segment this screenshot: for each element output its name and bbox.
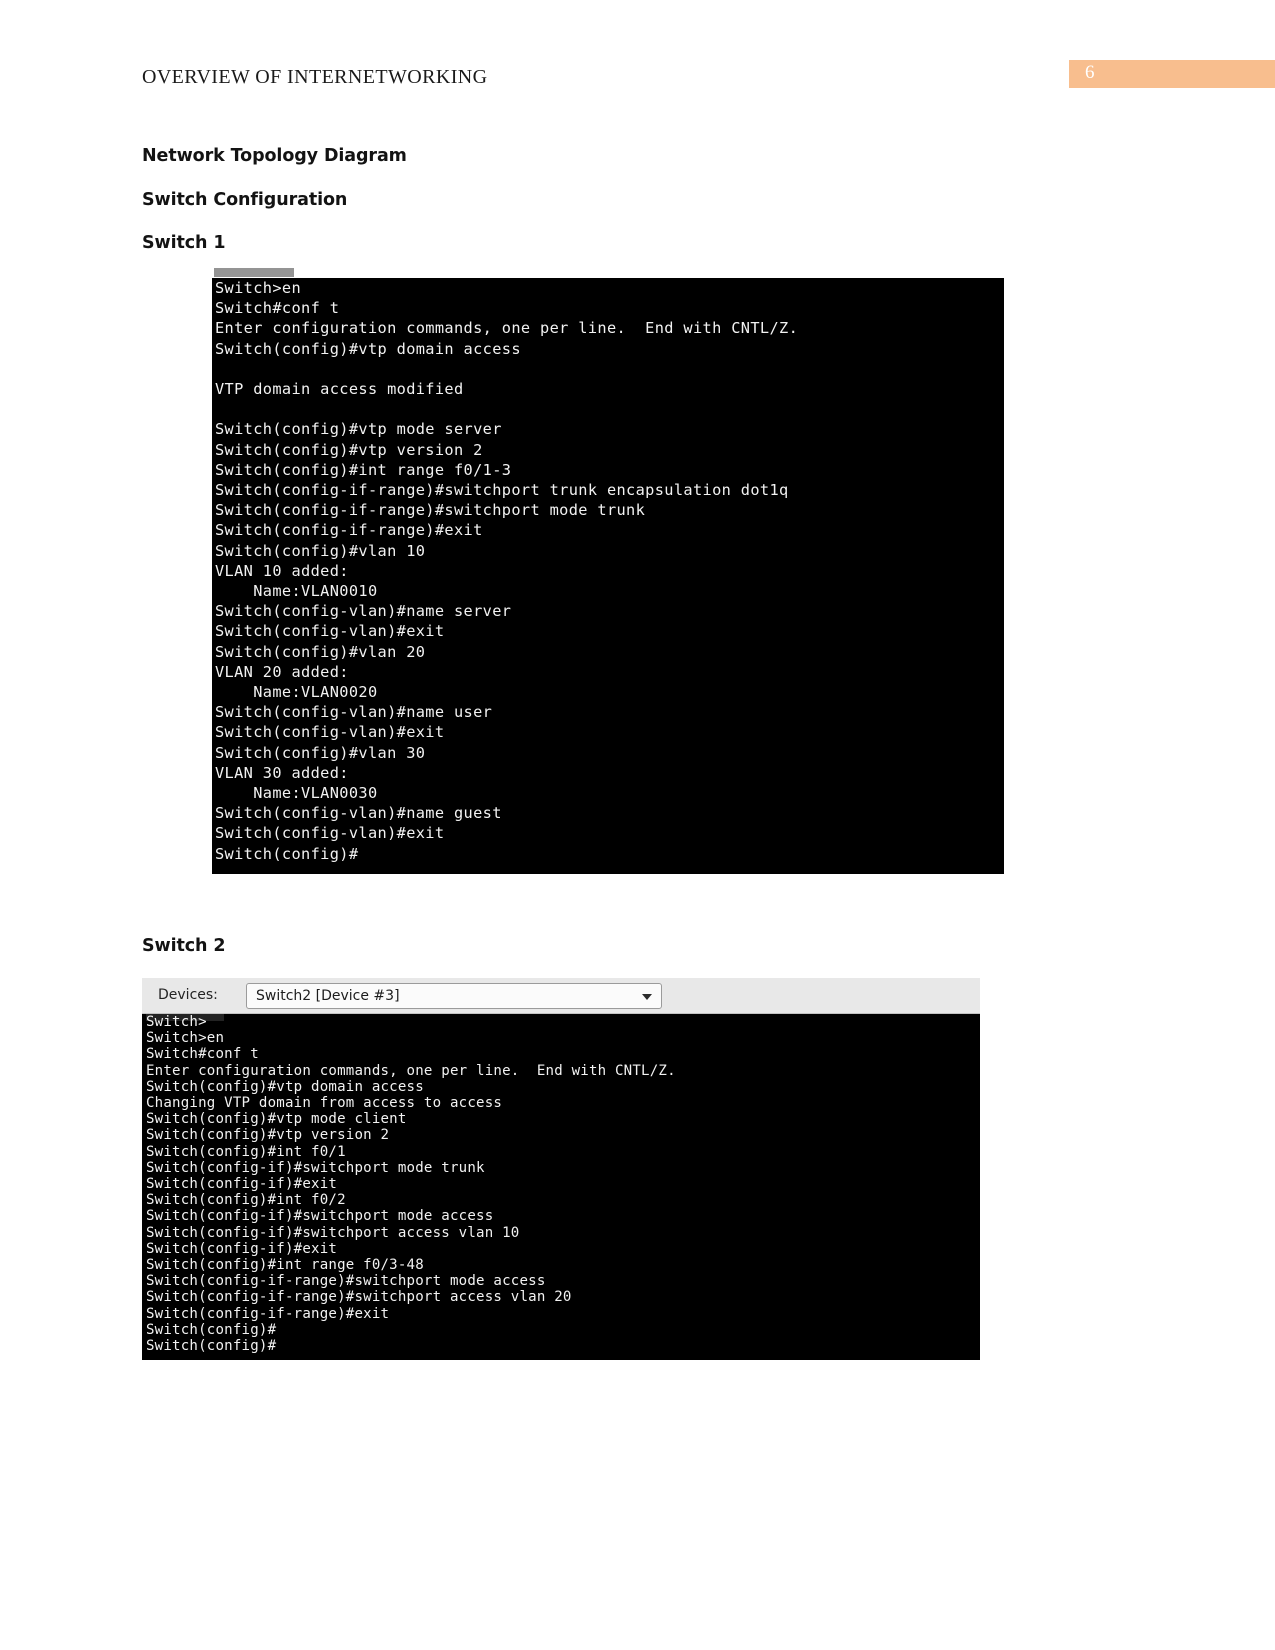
terminal-line: Switch(config)#vlan 10	[215, 541, 426, 560]
terminal-line: Switch(config-if)#switchport mode access	[146, 1208, 494, 1225]
terminal-line: VLAN 10 added:	[215, 561, 349, 580]
heading-switch-2: Switch 2	[142, 936, 226, 956]
terminal-line: Switch(config-vlan)#exit	[215, 824, 445, 843]
terminal-line: Switch(config-if-range)#switchport acces…	[146, 1289, 572, 1306]
device-select-value: Switch2 [Device #3]	[256, 988, 400, 1004]
switch1-clipped-text-artifact	[214, 268, 294, 277]
terminal-line: Switch(config-if)#exit	[146, 1176, 338, 1193]
heading-switch-configuration: Switch Configuration	[142, 190, 348, 210]
terminal-line: Switch(config)#vtp domain access	[146, 1078, 424, 1095]
terminal-line: Switch#conf t	[215, 299, 340, 318]
switch1-terminal-screenshot: Switch>en Switch#conf t Enter configuratio…	[212, 268, 1004, 874]
terminal-line: VLAN 20 added:	[215, 662, 349, 681]
running-header-title: OVERVIEW OF INTERNETWORKING	[142, 66, 488, 88]
terminal-line: Switch(config-vlan)#name user	[215, 703, 493, 722]
terminal-line: Switch(config)#vtp version 2	[215, 440, 483, 459]
page-header: OVERVIEW OF INTERNETWORKING 6	[0, 60, 1275, 102]
terminal-line: Switch(config)#int f0/1	[146, 1143, 346, 1160]
switch1-window-top-strip	[212, 268, 1004, 278]
terminal-line: Switch(config-if-range)#switchport mode …	[146, 1273, 546, 1290]
terminal-line: Changing VTP domain from access to acces…	[146, 1095, 503, 1112]
terminal-line: Switch(config)#vtp domain access	[215, 339, 521, 358]
terminal-line: Switch(config-vlan)#exit	[215, 723, 445, 742]
page-number: 6	[1085, 62, 1095, 83]
terminal-line: Name:VLAN0030	[215, 784, 378, 803]
devices-label: Devices:	[158, 987, 218, 1003]
terminal-line: Switch(config)#int range f0/1-3	[215, 460, 512, 479]
terminal-line: Switch(config)#vtp version 2	[146, 1127, 390, 1144]
terminal-line: Switch(config-if)#switchport mode trunk	[146, 1159, 485, 1176]
terminal-line: VLAN 30 added:	[215, 763, 349, 782]
terminal-line: Switch(config-vlan)#name guest	[215, 804, 502, 823]
switch2-terminal-screenshot: Devices: Switch2 [Device #3] Switch> Swit…	[142, 978, 980, 1360]
terminal-line: Switch(config)#	[146, 1338, 277, 1355]
terminal-line: VTP domain access modified	[215, 380, 464, 399]
switch1-terminal-output: Switch>en Switch#conf t Enter configuratio…	[212, 278, 1004, 864]
terminal-line: Switch(config)#int f0/2	[146, 1192, 346, 1209]
terminal-line: Switch(config-if-range)#switchport trunk…	[215, 481, 789, 500]
terminal-line: Switch(config-vlan)#exit	[215, 622, 445, 641]
terminal-line: Switch>	[146, 1014, 207, 1030]
devices-toolbar: Devices: Switch2 [Device #3]	[142, 978, 980, 1014]
terminal-line: Switch(config-if)#switchport access vlan…	[146, 1224, 520, 1241]
terminal-line: Switch(config)#int range f0/3-48	[146, 1257, 424, 1274]
terminal-line: Switch>en	[215, 279, 302, 297]
heading-switch-1: Switch 1	[142, 233, 226, 253]
switch2-terminal-output: Switch> Switch>en Switch#conf t Enter confi…	[142, 1014, 980, 1354]
terminal-line: Switch#conf t	[146, 1046, 259, 1063]
terminal-line: Switch>en	[146, 1030, 225, 1047]
terminal-line: Switch(config-if-range)#exit	[146, 1305, 390, 1322]
terminal-line: Switch(config-if-range)#exit	[215, 521, 483, 540]
device-select-dropdown[interactable]: Switch2 [Device #3]	[246, 983, 662, 1009]
heading-network-topology-diagram: Network Topology Diagram	[142, 146, 407, 166]
terminal-line: Switch(config)#vtp mode client	[146, 1111, 407, 1128]
terminal-line: Switch(config)#vlan 30	[215, 743, 426, 762]
terminal-line: Switch(config)#vlan 20	[215, 642, 426, 661]
page-number-banner: 6	[1069, 60, 1275, 88]
terminal-line: Enter configuration commands, one per li…	[215, 319, 799, 338]
terminal-line: Switch(config-if)#exit	[146, 1240, 338, 1257]
terminal-line: Name:VLAN0020	[215, 683, 378, 702]
chevron-down-icon	[642, 994, 652, 1000]
terminal-line: Switch(config)#	[146, 1321, 277, 1338]
terminal-line: Switch(config-vlan)#name server	[215, 602, 512, 621]
terminal-line: Name:VLAN0010	[215, 582, 378, 601]
terminal-line: Enter configuration commands, one per li…	[146, 1062, 676, 1079]
terminal-line: Switch(config)#vtp mode server	[215, 420, 502, 439]
terminal-line: Switch(config)#	[215, 844, 359, 863]
terminal-line: Switch(config-if-range)#switchport mode …	[215, 501, 646, 520]
